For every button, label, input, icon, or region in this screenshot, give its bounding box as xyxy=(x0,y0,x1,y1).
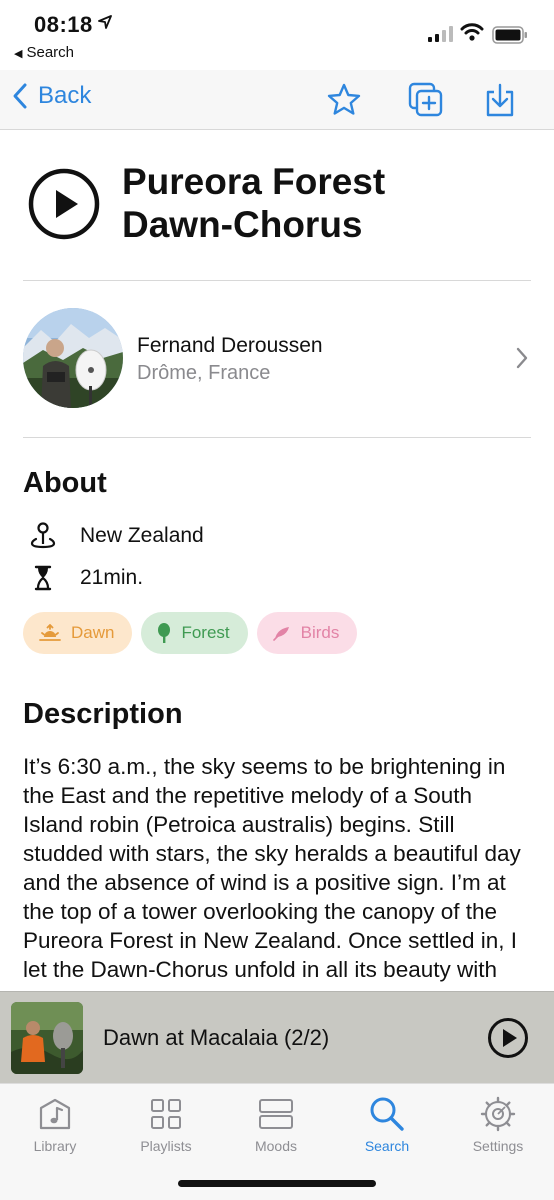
moods-icon xyxy=(259,1099,293,1129)
tab-library[interactable]: Library xyxy=(5,1094,105,1154)
add-to-playlist-icon[interactable] xyxy=(408,82,444,118)
tag-dawn[interactable]: Dawn xyxy=(23,612,133,654)
description-text: It’s 6:30 a.m., the sky seems to be brig… xyxy=(23,754,521,982)
tab-search[interactable]: Search xyxy=(337,1094,437,1154)
duration-value: 21min. xyxy=(80,566,144,589)
star-icon[interactable] xyxy=(326,82,362,118)
play-button[interactable] xyxy=(28,168,100,240)
chevron-left-icon xyxy=(13,83,27,109)
map-pin-icon xyxy=(30,522,56,549)
tag-birds-label: Birds xyxy=(300,623,340,642)
cellular-signal-icon xyxy=(428,26,453,42)
tab-settings-label: Settings xyxy=(472,1138,524,1154)
hourglass-icon xyxy=(34,565,52,591)
now-playing-artwork xyxy=(11,1002,83,1074)
location-value: New Zealand xyxy=(80,524,204,547)
artist-name: Fernand Deroussen xyxy=(137,334,323,357)
tag-forest[interactable]: Forest xyxy=(141,612,248,654)
now-playing-bar[interactable]: Dawn at Macalaia (2/2) xyxy=(0,991,554,1083)
recording-title: Pureora Forest Dawn-Chorus xyxy=(122,160,522,246)
divider xyxy=(23,437,531,438)
download-icon[interactable] xyxy=(484,82,516,118)
tag-forest-label: Forest xyxy=(181,623,230,642)
tab-moods-label: Moods xyxy=(254,1138,298,1154)
status-time: 08:18 xyxy=(34,12,93,37)
artist-location: Drôme, France xyxy=(137,362,271,384)
tag-list: Dawn Forest Birds xyxy=(23,612,358,654)
tag-birds[interactable]: Birds xyxy=(256,612,358,654)
tab-moods[interactable]: Moods xyxy=(226,1094,326,1154)
tab-playlists[interactable]: Playlists xyxy=(116,1094,216,1154)
tab-settings[interactable]: Settings xyxy=(448,1094,548,1154)
chevron-right-icon xyxy=(516,347,528,369)
tag-dawn-label: Dawn xyxy=(71,623,115,642)
tab-library-label: Library xyxy=(33,1138,77,1154)
now-playing-title: Dawn at Macalaia (2/2) xyxy=(103,1025,330,1050)
divider xyxy=(23,280,531,281)
recording-title-line-1: Pureora Forest xyxy=(122,161,386,202)
library-icon xyxy=(39,1098,71,1130)
sunrise-icon xyxy=(39,624,61,641)
recording-title-line-2: Dawn-Chorus xyxy=(122,204,363,245)
navigation-bar: Back xyxy=(0,70,554,130)
home-indicator[interactable] xyxy=(178,1180,376,1187)
back-to-app-link[interactable]: ◀ Search xyxy=(14,44,74,61)
back-to-app-label: Search xyxy=(26,44,74,61)
about-heading: About xyxy=(23,467,107,499)
artist-row[interactable]: Fernand Deroussen Drôme, France xyxy=(23,308,531,410)
wifi-icon xyxy=(460,23,484,41)
description-heading: Description xyxy=(23,698,183,730)
location-arrow-icon xyxy=(98,15,112,29)
search-icon xyxy=(370,1097,404,1131)
status-bar: 08:18 ◀ Search xyxy=(0,0,554,70)
tab-search-label: Search xyxy=(364,1138,410,1154)
tab-playlists-label: Playlists xyxy=(140,1138,192,1154)
mini-play-button[interactable] xyxy=(487,1017,529,1059)
playlists-grid-icon xyxy=(151,1099,181,1129)
duration-row: 21min. xyxy=(30,565,143,591)
gear-icon xyxy=(480,1096,516,1132)
back-button-label: Back xyxy=(38,82,92,109)
back-button[interactable]: Back xyxy=(12,82,91,110)
battery-icon xyxy=(492,26,527,44)
location-row: New Zealand xyxy=(30,522,204,550)
artist-avatar xyxy=(23,308,123,408)
feather-icon xyxy=(272,627,289,641)
tree-icon xyxy=(158,623,171,643)
